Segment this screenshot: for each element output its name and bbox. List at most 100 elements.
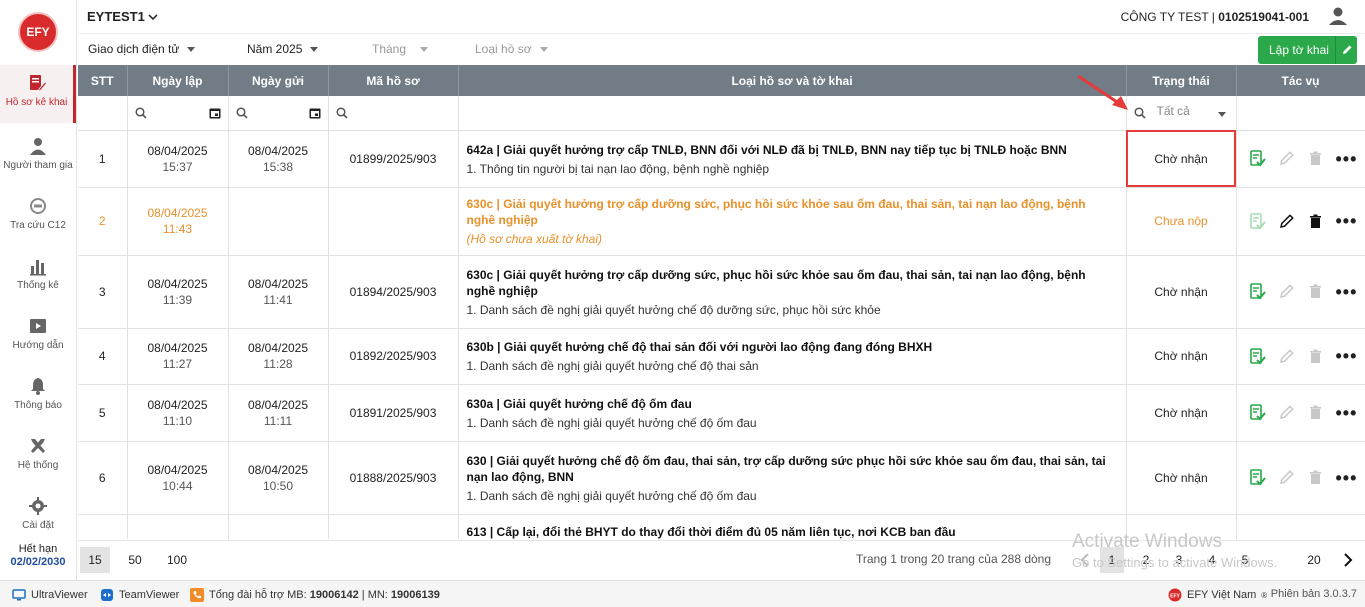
- code-filter[interactable]: [328, 96, 459, 131]
- approve-document-icon[interactable]: [1249, 283, 1266, 300]
- cell-doc-type[interactable]: 630 | Giải quyết hưởng chế độ ốm đau, th…: [458, 441, 1127, 515]
- table-row[interactable]: 3 08/04/2025 11:39 08/04/2025 11:41 01894/…: [78, 255, 1365, 329]
- edit-pencil-icon[interactable]: [1278, 348, 1295, 365]
- approve-document-icon[interactable]: [1249, 469, 1266, 486]
- trash-icon[interactable]: [1307, 283, 1324, 300]
- sidebar-item-system[interactable]: Hệ thống: [0, 428, 76, 486]
- more-options-icon[interactable]: •••: [1336, 212, 1358, 230]
- chevron-right-icon: [1344, 553, 1353, 567]
- teamviewer-icon: [101, 589, 113, 601]
- teamviewer-link[interactable]: TeamViewer: [100, 588, 179, 602]
- calendar-icon[interactable]: [309, 107, 321, 119]
- more-options-icon[interactable]: •••: [1336, 347, 1358, 365]
- created-date-filter[interactable]: [127, 96, 229, 131]
- more-options-icon[interactable]: •••: [1336, 469, 1358, 487]
- cell-code: [328, 187, 459, 256]
- expiry-date: 02/02/2030: [10, 556, 66, 568]
- table-row[interactable]: 2 08/04/2025 11:43 630c | Giải quyết hưởn…: [78, 187, 1365, 256]
- cell-doc-type[interactable]: 630c | Giải quyết hưởng trợ cấp dưỡng sứ…: [458, 255, 1127, 329]
- sidebar-item-label: Hệ thống: [17, 460, 59, 471]
- created-date: 08/04/2025: [147, 397, 208, 412]
- page-size-50[interactable]: 50: [120, 547, 150, 573]
- efy-logo[interactable]: EFY: [18, 12, 58, 52]
- status-text: Chờ nhận: [1154, 151, 1208, 166]
- month-select[interactable]: Tháng: [372, 42, 429, 56]
- sidebar-item-label: Tra cứu C12: [10, 220, 66, 231]
- calendar-icon[interactable]: [209, 107, 221, 119]
- search-icon: [235, 107, 248, 119]
- bell-icon: [31, 378, 45, 395]
- account-selector[interactable]: EYTEST1: [87, 9, 158, 24]
- trash-icon[interactable]: [1307, 150, 1324, 167]
- table-row[interactable]: 6 08/04/2025 10:44 08/04/2025 10:50 01888/…: [78, 441, 1365, 515]
- phone-icon: [190, 588, 204, 602]
- edit-pencil-icon[interactable]: [1278, 404, 1295, 421]
- page-size-15[interactable]: 15: [80, 547, 110, 573]
- cell-created: 08/04/2025 15:37: [127, 130, 229, 188]
- create-declaration-button[interactable]: Lập tờ khai: [1258, 36, 1357, 64]
- expiry-info: Hết hạn 02/02/2030: [0, 543, 76, 568]
- header-created-date: Ngày lập: [127, 65, 229, 96]
- doc-title[interactable]: 642a | Giải quyết hưởng trợ cấp TNLĐ, BN…: [467, 142, 1118, 158]
- created-time: 10:44: [162, 478, 193, 493]
- status-filter[interactable]: Tất cả: [1126, 96, 1237, 131]
- doc-title[interactable]: 630c | Giải quyết hưởng trợ cấp dưỡng sứ…: [467, 267, 1118, 299]
- cell-created: [127, 514, 229, 539]
- more-options-icon[interactable]: •••: [1336, 283, 1358, 301]
- trash-icon[interactable]: [1307, 348, 1324, 365]
- doc-type-filter[interactable]: [458, 96, 1127, 131]
- cell-sent: 08/04/2025 11:41: [228, 255, 329, 329]
- approve-document-icon[interactable]: [1249, 212, 1266, 230]
- doc-title[interactable]: 630c | Giải quyết hưởng trợ cấp dưỡng sứ…: [467, 196, 1118, 228]
- sidebar-item-guide[interactable]: Hướng dẫn: [0, 308, 76, 366]
- user-icon[interactable]: [1327, 5, 1349, 27]
- cell-sent: 08/04/2025 15:38: [228, 130, 329, 188]
- approve-document-icon[interactable]: [1249, 150, 1266, 167]
- edit-pencil-icon[interactable]: [1278, 283, 1295, 300]
- approve-document-icon[interactable]: [1249, 404, 1266, 421]
- page-20[interactable]: 20: [1302, 547, 1326, 573]
- edit-pencil-icon[interactable]: [1278, 150, 1295, 167]
- doc-title[interactable]: 630 | Giải quyết hưởng chế độ ốm đau, th…: [467, 453, 1118, 485]
- cell-stt: 6: [78, 441, 128, 515]
- cell-code: 01891/2025/903: [328, 384, 459, 442]
- hotline-mb: 19006142: [309, 589, 359, 601]
- more-options-icon[interactable]: •••: [1336, 404, 1358, 422]
- cell-doc-type[interactable]: 642a | Giải quyết hưởng trợ cấp TNLĐ, BN…: [458, 130, 1127, 188]
- header-actions: Tác vụ: [1236, 65, 1365, 96]
- cell-actions: •••: [1236, 255, 1365, 329]
- sent-date-filter[interactable]: [228, 96, 329, 131]
- next-page-button[interactable]: [1336, 547, 1360, 573]
- transaction-type-select[interactable]: Giao dịch điện tử: [88, 42, 196, 56]
- edit-pencil-icon[interactable]: [1278, 469, 1295, 486]
- table-row[interactable]: 1 08/04/2025 15:37 08/04/2025 15:38 01899/…: [78, 130, 1365, 188]
- doc-title[interactable]: 630b | Giải quyết hưởng chế độ thai sản …: [467, 339, 1118, 355]
- cell-doc-type[interactable]: 613 | Cấp lại, đổi thẻ BHYT do thay đổi …: [458, 514, 1127, 539]
- trash-icon[interactable]: [1307, 469, 1324, 486]
- cell-doc-type[interactable]: 630c | Giải quyết hưởng trợ cấp dưỡng sứ…: [458, 187, 1127, 256]
- sidebar-item-participants[interactable]: Người tham gia: [0, 128, 76, 186]
- sidebar-item-lookup-c12[interactable]: Tra cứu C12: [0, 188, 76, 246]
- doc-type-select[interactable]: Loại hồ sơ: [475, 42, 548, 56]
- approve-document-icon[interactable]: [1249, 347, 1266, 365]
- declarations-table: STT Ngày lập Ngày gửi Mã hồ sơ Loại hồ s…: [78, 65, 1365, 539]
- page-size-100[interactable]: 100: [162, 547, 192, 573]
- edit-pencil-icon[interactable]: [1278, 213, 1295, 230]
- doc-title[interactable]: 630a | Giải quyết hưởng chế độ ốm đau: [467, 396, 1118, 412]
- sent-time: 15:38: [262, 159, 294, 174]
- ultraviewer-link[interactable]: UltraViewer: [12, 588, 88, 602]
- trash-icon[interactable]: [1307, 213, 1324, 230]
- sidebar-item-settings[interactable]: Cài đặt: [0, 488, 76, 546]
- table-row[interactable]: 4 08/04/2025 11:27 08/04/2025 11:28 01892/…: [78, 328, 1365, 385]
- sidebar-item-statistics[interactable]: Thống kê: [0, 248, 76, 306]
- sidebar-item-notifications[interactable]: Thông báo: [0, 368, 76, 426]
- more-options-icon[interactable]: •••: [1336, 150, 1358, 168]
- trash-icon[interactable]: [1307, 404, 1324, 421]
- year-select[interactable]: Năm 2025: [247, 42, 319, 56]
- cell-doc-type[interactable]: 630a | Giải quyết hưởng chế độ ốm đau 1. …: [458, 384, 1127, 442]
- sidebar-item-declarations[interactable]: Hồ sơ kê khai: [0, 65, 76, 123]
- doc-title[interactable]: 613 | Cấp lại, đổi thẻ BHYT do thay đổi …: [467, 524, 1118, 539]
- search-icon: [335, 107, 348, 119]
- table-row[interactable]: 5 08/04/2025 11:10 08/04/2025 11:11 01891/…: [78, 384, 1365, 442]
- cell-doc-type[interactable]: 630b | Giải quyết hưởng chế độ thai sản …: [458, 328, 1127, 385]
